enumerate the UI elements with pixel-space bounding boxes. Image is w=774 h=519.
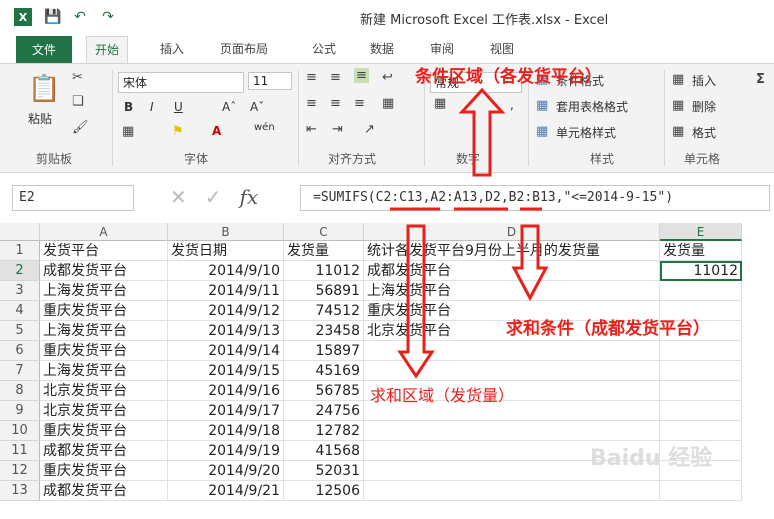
row-header[interactable]: 11	[0, 441, 40, 461]
cell-D7[interactable]	[364, 361, 660, 381]
cell-A5[interactable]: 上海发货平台	[40, 321, 168, 341]
cell-D1[interactable]: 统计各发货平台9月份上半月的发货量	[364, 241, 660, 261]
cell-A3[interactable]: 上海发货平台	[40, 281, 168, 301]
cell-B3[interactable]: 2014/9/11	[168, 281, 284, 301]
column-header[interactable]: D	[364, 223, 660, 241]
cell-A7[interactable]: 上海发货平台	[40, 361, 168, 381]
row-header[interactable]: 8	[0, 381, 40, 401]
cell-C11[interactable]: 41568	[284, 441, 364, 461]
cell-D10[interactable]	[364, 421, 660, 441]
cell-B5[interactable]: 2014/9/13	[168, 321, 284, 341]
select-all-corner[interactable]	[0, 223, 40, 241]
row-header[interactable]: 5	[0, 321, 40, 341]
cell-D3[interactable]: 上海发货平台	[364, 281, 660, 301]
cell-B11[interactable]: 2014/9/19	[168, 441, 284, 461]
cell-A4[interactable]: 重庆发货平台	[40, 301, 168, 321]
cell-A1[interactable]: 发货平台	[40, 241, 168, 261]
cell-B6[interactable]: 2014/9/14	[168, 341, 284, 361]
column-header[interactable]: E	[660, 223, 742, 241]
cell-B12[interactable]: 2014/9/20	[168, 461, 284, 481]
cell-A2[interactable]: 成都发货平台	[40, 261, 168, 281]
cell-E13[interactable]	[660, 481, 742, 501]
cell-B9[interactable]: 2014/9/17	[168, 401, 284, 421]
sum-criteria-annotation: 求和条件（成都发货平台）	[506, 319, 710, 339]
row-header[interactable]: 10	[0, 421, 40, 441]
cell-A13[interactable]: 成都发货平台	[40, 481, 168, 501]
column-header[interactable]: A	[40, 223, 168, 241]
cell-E6[interactable]	[660, 341, 742, 361]
cell-E2[interactable]: 11012	[660, 261, 742, 281]
cell-B8[interactable]: 2014/9/16	[168, 381, 284, 401]
cell-D6[interactable]	[364, 341, 660, 361]
cell-B10[interactable]: 2014/9/18	[168, 421, 284, 441]
cell-A6[interactable]: 重庆发货平台	[40, 341, 168, 361]
sum-range-annotation: 求和区域（发货量）	[370, 386, 515, 405]
cell-D13[interactable]	[364, 481, 660, 501]
cell-C13[interactable]: 12506	[284, 481, 364, 501]
cell-A8[interactable]: 北京发货平台	[40, 381, 168, 401]
cell-B1[interactable]: 发货日期	[168, 241, 284, 261]
cell-C6[interactable]: 15897	[284, 341, 364, 361]
row-header[interactable]: 12	[0, 461, 40, 481]
row-header[interactable]: 9	[0, 401, 40, 421]
cell-B7[interactable]: 2014/9/15	[168, 361, 284, 381]
cell-A10[interactable]: 重庆发货平台	[40, 421, 168, 441]
cell-E3[interactable]	[660, 281, 742, 301]
cell-A11[interactable]: 成都发货平台	[40, 441, 168, 461]
cell-C2[interactable]: 11012	[284, 261, 364, 281]
cell-E9[interactable]	[660, 401, 742, 421]
cell-E10[interactable]	[660, 421, 742, 441]
column-header[interactable]: B	[168, 223, 284, 241]
row-header[interactable]: 2	[0, 261, 40, 281]
cell-B2[interactable]: 2014/9/10	[168, 261, 284, 281]
cell-C3[interactable]: 56891	[284, 281, 364, 301]
row-header[interactable]: 1	[0, 241, 40, 261]
row-header[interactable]: 6	[0, 341, 40, 361]
cell-E7[interactable]	[660, 361, 742, 381]
cell-E1[interactable]: 发货量	[660, 241, 742, 261]
cell-C8[interactable]: 56785	[284, 381, 364, 401]
row-header[interactable]: 3	[0, 281, 40, 301]
row-header[interactable]: 7	[0, 361, 40, 381]
row-header[interactable]: 13	[0, 481, 40, 501]
cell-C9[interactable]: 24756	[284, 401, 364, 421]
cell-C10[interactable]: 12782	[284, 421, 364, 441]
criteria-range-annotation: 条件区域（各发货平台）	[415, 67, 602, 87]
watermark-logo: Bai​du 经验	[590, 446, 713, 471]
cell-C7[interactable]: 45169	[284, 361, 364, 381]
cell-A12[interactable]: 重庆发货平台	[40, 461, 168, 481]
cell-C12[interactable]: 52031	[284, 461, 364, 481]
cell-A9[interactable]: 北京发货平台	[40, 401, 168, 421]
cell-B4[interactable]: 2014/9/12	[168, 301, 284, 321]
cell-E8[interactable]	[660, 381, 742, 401]
cell-C1[interactable]: 发货量	[284, 241, 364, 261]
cell-C5[interactable]: 23458	[284, 321, 364, 341]
column-header[interactable]: C	[284, 223, 364, 241]
cell-D2[interactable]: 成都发货平台	[364, 261, 660, 281]
row-header[interactable]: 4	[0, 301, 40, 321]
cell-B13[interactable]: 2014/9/21	[168, 481, 284, 501]
cell-C4[interactable]: 74512	[284, 301, 364, 321]
